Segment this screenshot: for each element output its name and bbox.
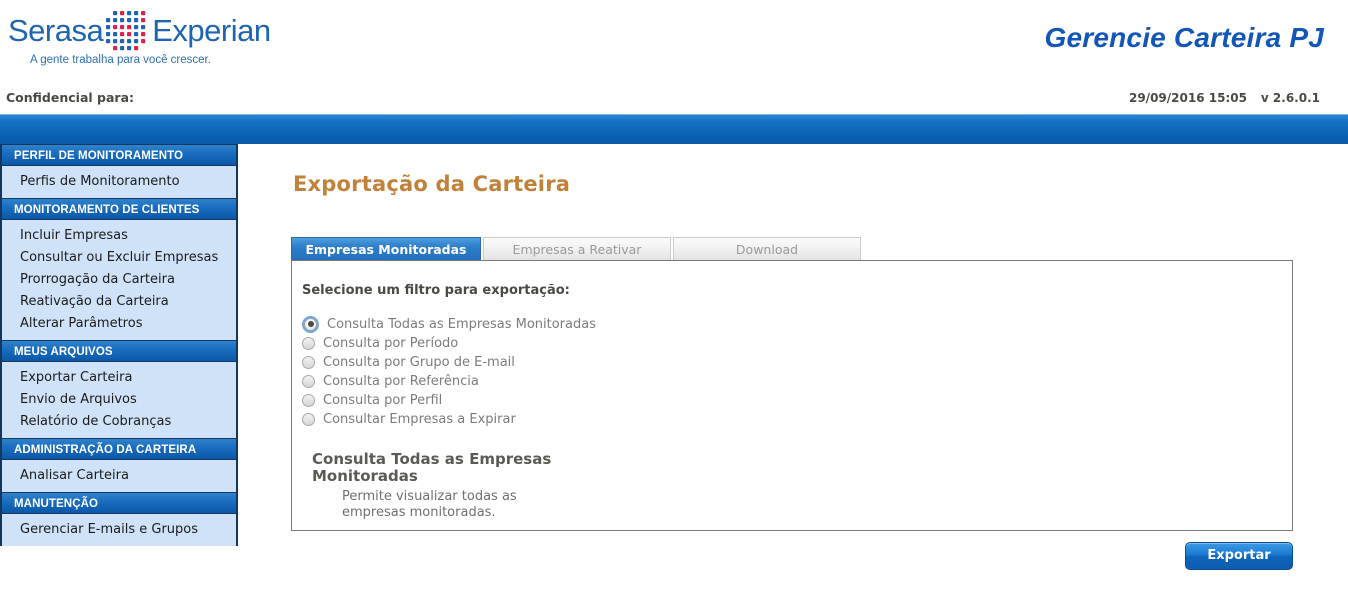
- sidebar-group-items: Incluir Empresas Consultar ou Excluir Em…: [0, 220, 238, 340]
- sidebar-item-relatorio-de-cobrancas[interactable]: Relatório de Cobranças: [2, 410, 236, 432]
- radio-option-label: Consulta por Período: [323, 335, 459, 351]
- tab-bar: Empresas Monitoradas Empresas a Reativar…: [291, 237, 1348, 261]
- radio-option-todas-empresas-monitoradas[interactable]: Consulta Todas as Empresas Monitoradas: [302, 315, 1292, 333]
- page-header: Serasa Experian A gente trabalha para vo…: [0, 0, 1348, 86]
- tab-empresas-monitoradas[interactable]: Empresas Monitoradas: [291, 237, 481, 261]
- radio-button-icon[interactable]: [302, 374, 315, 388]
- radio-option-label: Consulta por Referência: [323, 373, 479, 389]
- radio-button-icon[interactable]: [302, 355, 315, 369]
- tab-download[interactable]: Download: [673, 237, 861, 261]
- page-body: PERFIL DE MONITORAMENTO Perfis de Monito…: [0, 144, 1348, 613]
- dot-matrix-logo-icon: [105, 10, 151, 52]
- sidebar-item-consultar-ou-excluir-empresas[interactable]: Consultar ou Excluir Empresas: [2, 246, 236, 268]
- logo-row: Serasa Experian: [8, 8, 271, 52]
- filter-description-title: Consulta Todas as Empresas Monitoradas: [312, 450, 552, 486]
- logo-tagline: A gente trabalha para você crescer.: [30, 54, 211, 66]
- sidebar-group-items: Analisar Carteira: [0, 460, 238, 492]
- radio-button-icon[interactable]: [302, 412, 315, 426]
- sidebar-group-items: Exportar Carteira Envio de Arquivos Rela…: [0, 362, 238, 438]
- radio-button-icon[interactable]: [302, 336, 315, 350]
- sidebar-group-meus-arquivos: MEUS ARQUIVOS Exportar Carteira Envio de…: [0, 340, 238, 438]
- panel-content: Selecione um filtro para exportação: Con…: [292, 261, 1292, 522]
- action-button-row: Exportar: [291, 542, 1293, 570]
- sidebar-group-items: Gerenciar E-mails e Grupos: [0, 514, 238, 546]
- sidebar-item-reativacao-da-carteira[interactable]: Reativação da Carteira: [2, 290, 236, 312]
- tab-empresas-a-reativar[interactable]: Empresas a Reativar: [483, 237, 671, 261]
- export-button[interactable]: Exportar: [1185, 542, 1293, 570]
- sidebar-group-title: MONITORAMENTO DE CLIENTES: [0, 198, 238, 220]
- sidebar-item-gerenciar-emails-e-grupos[interactable]: Gerenciar E-mails e Grupos: [2, 518, 236, 540]
- sidebar-item-incluir-empresas[interactable]: Incluir Empresas: [2, 224, 236, 246]
- sidebar-group-manutencao: MANUTENÇÃO Gerenciar E-mails e Grupos: [0, 492, 238, 546]
- sidebar-item-prorrogacao-da-carteira[interactable]: Prorrogação da Carteira: [2, 268, 236, 290]
- version-text: v 2.6.0.1: [1260, 91, 1320, 105]
- page-title: Exportação da Carteira: [293, 172, 571, 196]
- logo-experian-text: Experian: [152, 12, 271, 48]
- serasa-experian-logo: Serasa Experian A gente trabalha para vo…: [8, 8, 271, 78]
- radio-option-label: Consulta Todas as Empresas Monitoradas: [327, 316, 596, 332]
- sidebar-item-envio-de-arquivos[interactable]: Envio de Arquivos: [2, 388, 236, 410]
- radio-option-label: Consulta por Perfil: [323, 392, 443, 408]
- sidebar-group-title: MANUTENÇÃO: [0, 492, 238, 514]
- radio-option-label: Consultar Empresas a Expirar: [323, 411, 516, 427]
- radio-option-empresas-a-expirar[interactable]: Consultar Empresas a Expirar: [302, 410, 1292, 428]
- main-content: Exportação da Carteira Empresas Monitora…: [291, 144, 1348, 570]
- sidebar-item-alterar-parametros[interactable]: Alterar Parâmetros: [2, 312, 236, 334]
- app-title: Gerencie Carteira PJ: [1044, 22, 1324, 53]
- sidebar: PERFIL DE MONITORAMENTO Perfis de Monito…: [0, 144, 238, 546]
- export-filter-radio-group: Consulta Todas as Empresas Monitoradas C…: [302, 315, 1292, 428]
- logo-serasa-text: Serasa: [8, 12, 104, 48]
- sidebar-item-exportar-carteira[interactable]: Exportar Carteira: [2, 366, 236, 388]
- confidential-label: Confidencial para:: [6, 90, 134, 105]
- radio-option-por-perfil[interactable]: Consulta por Perfil: [302, 391, 1292, 409]
- sidebar-group-administracao-da-carteira: ADMINISTRAÇÃO DA CARTEIRA Analisar Carte…: [0, 438, 238, 492]
- sidebar-group-perfil-de-monitoramento: PERFIL DE MONITORAMENTO Perfis de Monito…: [0, 144, 238, 198]
- sidebar-group-items: Perfis de Monitoramento: [0, 166, 238, 198]
- main-navigation-bar: [0, 114, 1348, 144]
- filter-description-text: Permite visualizar todas as empresas mon…: [342, 488, 517, 521]
- filter-instruction-label: Selecione um filtro para exportação:: [302, 283, 570, 298]
- sidebar-item-perfis-de-monitoramento[interactable]: Perfis de Monitoramento: [2, 170, 236, 192]
- header-meta: 29/09/2016 15:05 v 2.6.0.1: [1129, 91, 1320, 105]
- radio-option-por-referencia[interactable]: Consulta por Referência: [302, 372, 1292, 390]
- radio-option-por-grupo-de-email[interactable]: Consulta por Grupo de E-mail: [302, 353, 1292, 371]
- tab-panel-empresas-monitoradas: Selecione um filtro para exportação: Con…: [291, 260, 1293, 531]
- radio-option-label: Consulta por Grupo de E-mail: [323, 354, 515, 370]
- sidebar-group-monitoramento-de-clientes: MONITORAMENTO DE CLIENTES Incluir Empres…: [0, 198, 238, 340]
- radio-option-por-periodo[interactable]: Consulta por Período: [302, 334, 1292, 352]
- radio-button-icon[interactable]: [304, 317, 317, 331]
- confidential-bar: Confidencial para: 29/09/2016 15:05 v 2.6…: [0, 86, 1348, 114]
- radio-button-icon[interactable]: [302, 393, 315, 407]
- sidebar-group-title: PERFIL DE MONITORAMENTO: [0, 144, 238, 166]
- sidebar-item-analisar-carteira[interactable]: Analisar Carteira: [2, 464, 236, 486]
- filter-description: Consulta Todas as Empresas Monitoradas P…: [312, 450, 1292, 522]
- datetime-text: 29/09/2016 15:05: [1128, 91, 1247, 105]
- sidebar-group-title: MEUS ARQUIVOS: [0, 340, 238, 362]
- sidebar-group-title: ADMINISTRAÇÃO DA CARTEIRA: [0, 438, 238, 460]
